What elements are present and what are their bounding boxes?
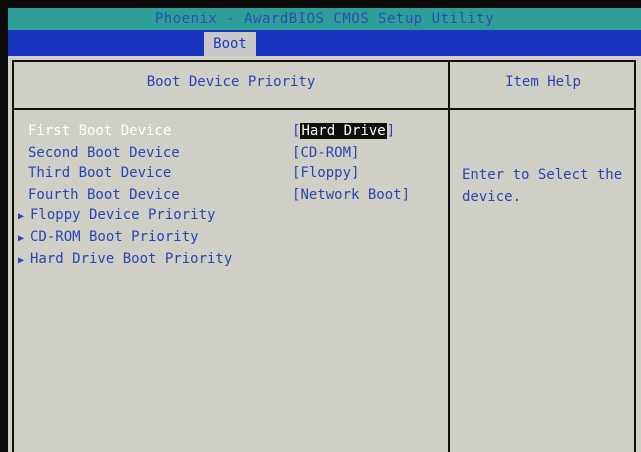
fourth-boot-device-value-text: Network Boot (300, 187, 402, 203)
help-title: Item Help (505, 74, 581, 90)
screen-bezel-top (0, 0, 641, 8)
submenu-cdrom-boot-priority[interactable]: ▶ CD-ROM Boot Priority (18, 228, 199, 246)
submenu-arrow-icon: ▶ (18, 255, 25, 266)
submenu-arrow-icon: ▶ (18, 211, 25, 222)
first-boot-device-label[interactable]: First Boot Device (28, 122, 171, 140)
first-boot-device-value-text: Hard Drive (300, 123, 387, 139)
fourth-boot-device-label[interactable]: Fourth Boot Device (28, 186, 180, 204)
bios-menu-bar: Boot (8, 30, 641, 56)
menu-tab-boot[interactable]: Boot (204, 32, 256, 56)
third-boot-device-value[interactable]: [Floppy] (292, 164, 359, 182)
bios-title: Phoenix - AwardBIOS CMOS Setup Utility (154, 11, 495, 27)
submenu-floppy-device-priority[interactable]: ▶ Floppy Device Priority (18, 206, 215, 224)
second-boot-device-label[interactable]: Second Boot Device (28, 144, 180, 162)
third-boot-device-value-text: Floppy (300, 165, 352, 181)
third-boot-device-label[interactable]: Third Boot Device (28, 164, 171, 182)
panel-divider-vertical (448, 60, 450, 452)
submenu-hard-drive-label: Hard Drive Boot Priority (30, 251, 233, 267)
submenu-arrow-icon: ▶ (18, 233, 25, 244)
screen-bezel-left (0, 0, 8, 452)
panel-divider-horizontal (12, 108, 636, 110)
first-boot-device-value[interactable]: [Hard Drive] (292, 122, 395, 140)
fourth-boot-device-value[interactable]: [Network Boot] (292, 186, 410, 204)
submenu-floppy-label: Floppy Device Priority (30, 207, 216, 223)
submenu-cdrom-label: CD-ROM Boot Priority (30, 229, 199, 245)
menu-tab-boot-label: Boot (213, 36, 247, 52)
second-boot-device-value[interactable]: [CD-ROM] (292, 144, 359, 162)
section-title: Boot Device Priority (146, 74, 316, 90)
second-boot-device-value-text: CD-ROM (300, 145, 352, 161)
help-text: Enter to Select the device. (462, 167, 623, 205)
bios-title-bar: Phoenix - AwardBIOS CMOS Setup Utility (8, 8, 641, 30)
boot-panel: Boot Device Priority Item Help First Boo… (8, 56, 641, 452)
submenu-hard-drive-boot-priority[interactable]: ▶ Hard Drive Boot Priority (18, 250, 232, 268)
